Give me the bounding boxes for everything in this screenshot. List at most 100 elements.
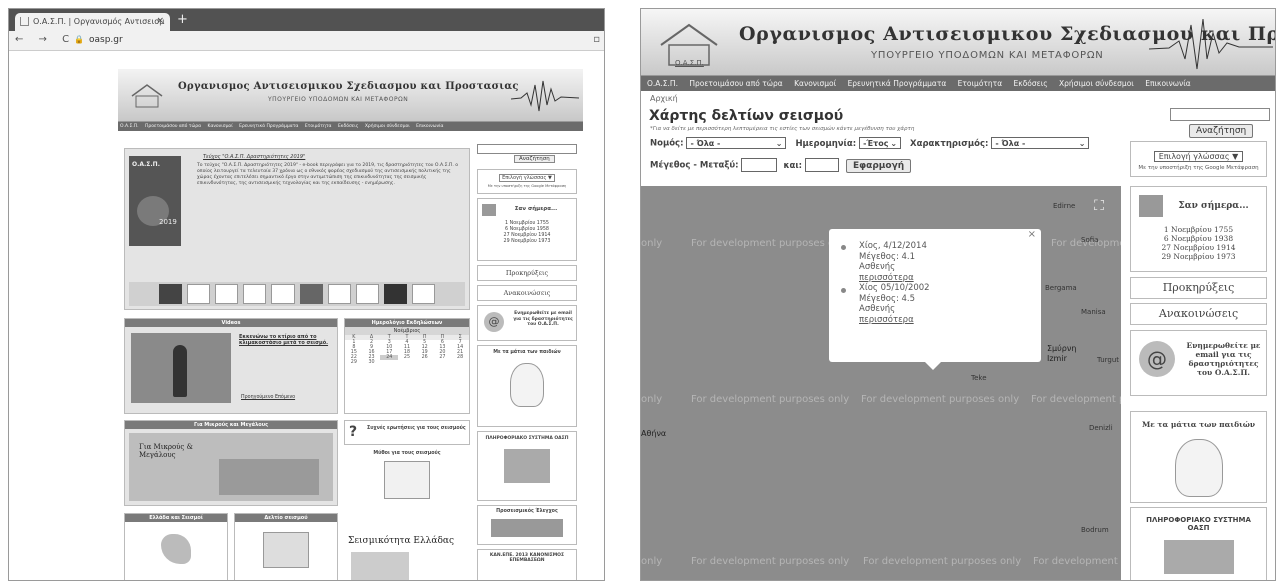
video-thumbnail[interactable]: [131, 333, 231, 403]
videos-header: Videos: [125, 319, 337, 327]
publication-thumb[interactable]: [215, 284, 239, 304]
browser-tab[interactable]: Ο.Α.Σ.Π. | Οργανισμός Αντισεισμ ×: [15, 13, 170, 31]
nav-item[interactable]: Εκδόσεις: [1014, 79, 1048, 88]
fullscreen-icon[interactable]: ⛶: [1089, 198, 1109, 218]
book-cover[interactable]: Ο.Α.Σ.Π. 2019: [129, 156, 181, 246]
map-place: Αθήνα: [641, 429, 667, 438]
kids-box[interactable]: Με τα μάτια των παιδιών: [1130, 411, 1267, 503]
nav-item[interactable]: Προετοιμάσου από τώρα: [145, 124, 201, 129]
chevron-down-icon: ⌄: [890, 139, 898, 148]
bulletin-header: Δελτίο σεισμού: [235, 514, 337, 522]
nav-item[interactable]: Προετοιμάσου από τώρα: [689, 79, 782, 88]
nav-item[interactable]: Χρήσιμοι σύνδεσμοι: [365, 124, 410, 129]
seismograph-drum-icon[interactable]: [263, 532, 309, 568]
close-popup-icon[interactable]: ×: [1028, 229, 1036, 241]
today-title[interactable]: Σαν σήμερα...: [1161, 201, 1266, 211]
search-input[interactable]: [477, 144, 577, 154]
forecasts-link[interactable]: Προκηρύξεις: [477, 265, 577, 281]
forecasts-link[interactable]: Προκηρύξεις: [1130, 277, 1267, 299]
announcements-link[interactable]: Ανακοινώσεις: [1130, 303, 1267, 325]
map-place: Bergama: [1045, 284, 1077, 292]
quake-more-link[interactable]: περισσότερα: [859, 315, 914, 325]
magnitude-min-input[interactable]: [741, 158, 778, 172]
greece-map-icon[interactable]: [161, 534, 191, 564]
map-place: Teke: [971, 374, 987, 382]
video-link[interactable]: Εκκενώνω το κτίριο από το κλιμακοστάσιο …: [239, 334, 335, 346]
seismicity-link[interactable]: Σεισμικότητα Ελλάδας: [348, 536, 454, 546]
small-big-block: Για Μικρούς και Μεγάλους Για Μικρούς & Μ…: [124, 420, 338, 506]
publication-thumb[interactable]: [327, 284, 351, 304]
kids-title: Με τα μάτια των παιδιών: [493, 350, 561, 355]
nav-item[interactable]: Επικοινωνία: [1145, 79, 1190, 88]
email-icon: @: [484, 312, 504, 332]
questions-box[interactable]: ? Συχνές ερωτήσεις για τους σεισμούς: [344, 420, 470, 445]
publication-thumb[interactable]: [299, 284, 323, 304]
nav-item[interactable]: Χρήσιμοι σύνδεσμοι: [1059, 79, 1134, 88]
email-box[interactable]: @ Ενημερωθείτε με email για τις δραστηρι…: [1130, 330, 1267, 396]
breadcrumb[interactable]: Αρχική: [650, 94, 678, 103]
map-place: Izmir: [1047, 354, 1067, 363]
info-system-box[interactable]: ΠΛΗΡΟΦΟΡΙΑΚΟ ΣΥΣΤΗΜΑ ΟΑΣΠ: [1130, 507, 1267, 580]
preseismic-banner: [491, 519, 563, 537]
publication-thumb[interactable]: [271, 284, 295, 304]
date-select[interactable]: -Έτος ⌄: [859, 137, 902, 149]
search-button[interactable]: Αναζήτηση: [514, 155, 555, 163]
email-box[interactable]: @ Ενημερωθείτε με email για τις δραστηρι…: [477, 305, 577, 341]
info-system-box[interactable]: ΠΛΗΡΟΦΟΡΙΑΚΟ ΣΥΣΤΗΜΑ ΟΑΣΠ: [477, 431, 577, 501]
announcements-link[interactable]: Ανακοινώσεις: [477, 285, 577, 301]
nav-item[interactable]: Ερευνητικά Προγράμματα: [848, 79, 947, 88]
kids-box[interactable]: Με τα μάτια των παιδιών: [477, 345, 577, 427]
videos-block: Videos Εκκενώνω το κτίριο από το κλιμακο…: [124, 318, 338, 414]
nav-item[interactable]: Ο.Α.Σ.Π.: [647, 79, 678, 88]
tab-title: Ο.Α.Σ.Π. | Οργανισμός Αντισεισμ: [33, 17, 165, 26]
today-item: 6 Νοεμβρίου 1938: [1163, 234, 1234, 243]
questions-text: Συχνές ερωτήσεις για τους σεισμούς: [367, 426, 466, 431]
publication-thumb[interactable]: [411, 284, 436, 304]
search-button[interactable]: Αναζήτηση: [1189, 124, 1254, 138]
calendar-month[interactable]: Νοέμβριος: [345, 327, 469, 335]
extension-icon[interactable]: ▫: [593, 34, 600, 45]
character-select[interactable]: - Όλα - ⌄: [991, 137, 1090, 149]
publication-thumb[interactable]: [355, 284, 379, 304]
seismograph-icon: [1149, 18, 1273, 70]
today-title[interactable]: Σαν σήμερα...: [496, 206, 576, 212]
nav-item[interactable]: Ετοιμότητα: [958, 79, 1002, 88]
feature-title-link[interactable]: Τεύχος "Ο.Α.Σ.Π. Δραστηριότητες 2019": [203, 154, 305, 160]
prefecture-select[interactable]: - Όλα - ⌄: [686, 137, 787, 149]
earthquake-map[interactable]: ⛶ only For development purposes only onl…: [641, 186, 1121, 580]
magnitude-max-input[interactable]: [805, 158, 839, 172]
language-select[interactable]: Επιλογή γλώσσας ▼: [499, 174, 555, 182]
publication-thumb[interactable]: [159, 284, 183, 304]
publication-thumb[interactable]: [383, 284, 407, 304]
map-thumbnail: [1163, 540, 1234, 574]
today-box: Σαν σήμερα... 1 Νοεμβρίου 1755 6 Νοεμβρί…: [1130, 186, 1267, 272]
calendar-day[interactable]: 29: [345, 360, 363, 365]
nav-item[interactable]: Εκδόσεις: [338, 124, 358, 129]
preseismic-box[interactable]: Προσεισμικός Έλεγχος: [477, 505, 577, 545]
nav-item[interactable]: Ερευνητικά Προγράμματα: [239, 124, 298, 129]
nav-item[interactable]: Ο.Α.Σ.Π.: [120, 124, 139, 129]
myths-box[interactable]: Μύθοι για τους σεισμούς: [344, 448, 470, 506]
publication-thumb[interactable]: [187, 284, 211, 304]
nav-item[interactable]: Επικοινωνία: [416, 124, 443, 129]
search-input[interactable]: [1170, 108, 1270, 121]
email-icon: @: [1139, 341, 1175, 377]
publication-thumb[interactable]: [243, 284, 267, 304]
language-select[interactable]: Επιλογή γλώσσας ▼: [1153, 151, 1244, 162]
kanepe-box[interactable]: ΚΑΝ.ΕΠΕ. 2013 ΚΑΝΟΝΙΣΜΟΣ ΕΠΕΜΒΑΣΕΩΝ: [477, 549, 577, 580]
quake-more-link[interactable]: περισσότερα: [859, 273, 914, 283]
nav-item[interactable]: Ετοιμότητα: [305, 124, 332, 129]
browser-window-left: Ο.Α.Σ.Π. | Οργανισμός Αντισεισμ × + ← → …: [8, 8, 605, 581]
nav-item[interactable]: Κανονισμοί: [208, 124, 233, 129]
new-tab-button[interactable]: +: [177, 12, 188, 27]
kid-drawing-icon: [1174, 439, 1223, 497]
calendar-day[interactable]: 30: [363, 360, 381, 365]
nav-item[interactable]: Κανονισμοί: [794, 79, 836, 88]
small-big-banner[interactable]: Για Μικρούς & Μεγάλους: [129, 433, 333, 501]
seismicity-map[interactable]: [351, 552, 409, 580]
apply-button[interactable]: Εφαρμογή: [845, 158, 912, 173]
nav-buttons[interactable]: ← → C: [15, 34, 75, 45]
close-tab-icon[interactable]: ×: [156, 16, 164, 26]
url-field[interactable]: oasp.gr: [89, 35, 123, 45]
video-pagination[interactable]: Προηγούμενο Επόμενο: [241, 395, 295, 400]
